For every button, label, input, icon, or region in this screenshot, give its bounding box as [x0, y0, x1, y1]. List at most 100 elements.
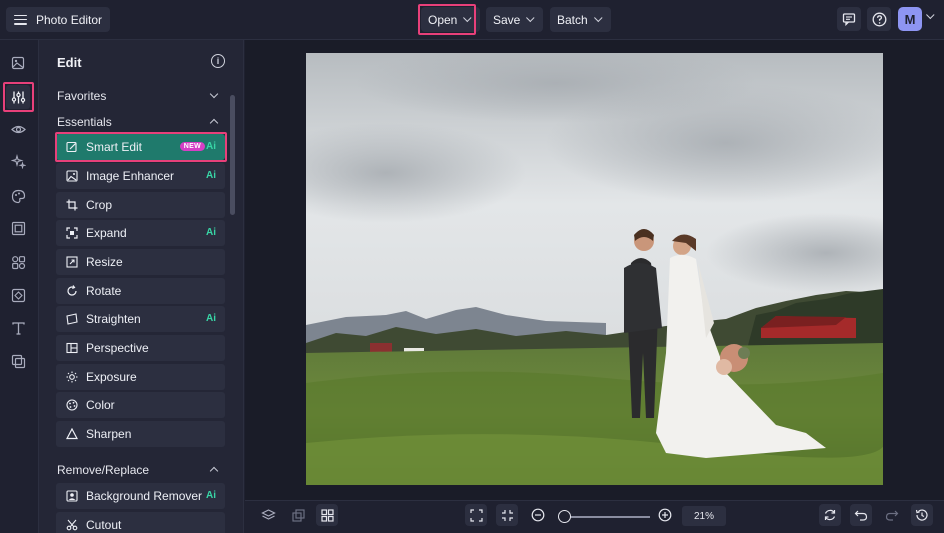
rail-frame[interactable] — [6, 216, 30, 240]
main-menu-button[interactable]: Photo Editor — [6, 7, 111, 32]
open-button[interactable]: Open — [421, 7, 481, 32]
rail-texture[interactable] — [6, 283, 30, 307]
comments-button[interactable] — [837, 7, 861, 31]
avatar-letter: M — [904, 11, 916, 27]
app-title: Photo Editor — [36, 12, 103, 27]
avatar[interactable]: M — [898, 7, 922, 31]
eye-icon — [10, 125, 26, 133]
ai-badge: Ai — [206, 490, 216, 501]
batch-button[interactable]: Batch — [550, 7, 611, 32]
panel-title: Edit — [57, 55, 82, 70]
effects-sparkle-icon — [10, 153, 26, 169]
open-label: Open — [428, 12, 458, 27]
straighten-icon — [66, 313, 78, 325]
background-remover-icon — [66, 490, 78, 502]
section-favorites[interactable]: Favorites — [57, 89, 106, 103]
tool-label: Rotate — [86, 284, 122, 298]
tool-resize[interactable]: Resize — [56, 249, 225, 275]
layers-button[interactable] — [257, 504, 279, 526]
tool-label: Resize — [86, 255, 123, 269]
batch-label: Batch — [557, 12, 588, 27]
tool-expand[interactable]: Expand Ai — [56, 220, 225, 246]
tool-background-remover[interactable]: Background Remover Ai — [56, 483, 225, 509]
tool-sharpen[interactable]: Sharpen — [56, 421, 225, 447]
undo-button[interactable] — [850, 504, 872, 526]
scissors-icon — [66, 519, 78, 531]
exposure-sun-icon — [66, 371, 78, 383]
tool-cutout[interactable]: Cutout — [56, 512, 225, 533]
grid-icon — [320, 508, 334, 522]
tool-smart-edit[interactable]: Smart Edit NEW Ai — [56, 134, 225, 160]
comment-icon — [842, 13, 856, 26]
actual-size-icon — [501, 509, 513, 521]
rail-effects[interactable] — [6, 149, 30, 173]
tool-label: Smart Edit — [86, 140, 143, 154]
undo-icon — [854, 510, 868, 521]
zoom-in-icon — [658, 508, 672, 522]
refresh-button[interactable] — [819, 504, 841, 526]
zoom-out-icon — [531, 508, 545, 522]
rail-eye[interactable] — [6, 117, 30, 141]
tool-label: Image Enhancer — [86, 169, 175, 183]
chevron-down-icon — [526, 13, 535, 22]
ai-badge: Ai — [206, 170, 216, 181]
texture-icon — [11, 288, 25, 302]
section-remove-replace[interactable]: Remove/Replace — [57, 463, 149, 477]
chevron-down-icon[interactable] — [209, 89, 219, 99]
tool-label: Straighten — [86, 312, 141, 326]
zoom-slider-handle[interactable] — [558, 510, 571, 523]
edit-panel: Edit i Favorites Essentials Smart Edit N… — [39, 40, 244, 533]
panel-scrollbar[interactable] — [230, 95, 235, 215]
tool-label: Perspective — [86, 341, 149, 355]
chevron-up-icon[interactable] — [209, 118, 219, 128]
rail-adjustments[interactable] — [6, 85, 30, 109]
refresh-icon — [824, 509, 836, 521]
tool-image-enhancer[interactable]: Image Enhancer Ai — [56, 163, 225, 189]
tool-label: Crop — [86, 198, 113, 212]
section-essentials[interactable]: Essentials — [57, 115, 112, 129]
ai-badge: Ai — [206, 313, 216, 324]
palette-icon — [11, 189, 25, 203]
chevron-up-icon[interactable] — [209, 466, 219, 476]
new-badge: NEW — [179, 142, 205, 151]
fit-screen-icon — [469, 508, 483, 522]
zoom-out-button[interactable] — [527, 504, 549, 526]
photo-canvas[interactable] — [306, 53, 883, 485]
tool-straighten[interactable]: Straighten Ai — [56, 306, 225, 332]
tool-label: Expand — [86, 226, 127, 240]
grid-button[interactable] — [316, 504, 338, 526]
frame-icon — [11, 221, 25, 235]
actual-size-button[interactable] — [496, 504, 518, 526]
redo-icon — [885, 510, 899, 521]
zoom-in-button[interactable] — [654, 504, 676, 526]
tool-perspective[interactable]: Perspective — [56, 335, 225, 361]
chevron-down-icon — [593, 13, 603, 22]
tool-rotate[interactable]: Rotate — [56, 278, 225, 304]
info-icon[interactable]: i — [211, 54, 225, 68]
tool-color[interactable]: Color — [56, 392, 225, 418]
zoom-value[interactable]: 21% — [682, 506, 726, 526]
redo-button[interactable] — [881, 504, 903, 526]
smart-edit-icon — [66, 141, 78, 153]
compare-button[interactable] — [287, 504, 309, 526]
tool-crop[interactable]: Crop — [56, 192, 225, 218]
collage-icon — [11, 354, 25, 368]
color-palette-icon — [66, 399, 78, 411]
history-button[interactable] — [911, 504, 933, 526]
save-label: Save — [493, 12, 521, 27]
fit-screen-button[interactable] — [465, 504, 487, 526]
rail-palette[interactable] — [6, 184, 30, 208]
rail-collage[interactable] — [6, 349, 30, 373]
rail-image[interactable] — [6, 51, 30, 75]
help-button[interactable] — [867, 7, 891, 31]
ai-badge: Ai — [206, 141, 216, 152]
tool-label: Color — [86, 398, 115, 412]
text-icon — [11, 321, 25, 335]
zoom-slider-track[interactable] — [560, 516, 650, 518]
tool-exposure[interactable]: Exposure — [56, 364, 225, 390]
save-button[interactable]: Save — [486, 7, 544, 32]
history-icon — [915, 509, 928, 521]
tool-label: Sharpen — [86, 427, 132, 441]
rail-text[interactable] — [6, 316, 30, 340]
rail-graphics[interactable] — [6, 250, 30, 274]
